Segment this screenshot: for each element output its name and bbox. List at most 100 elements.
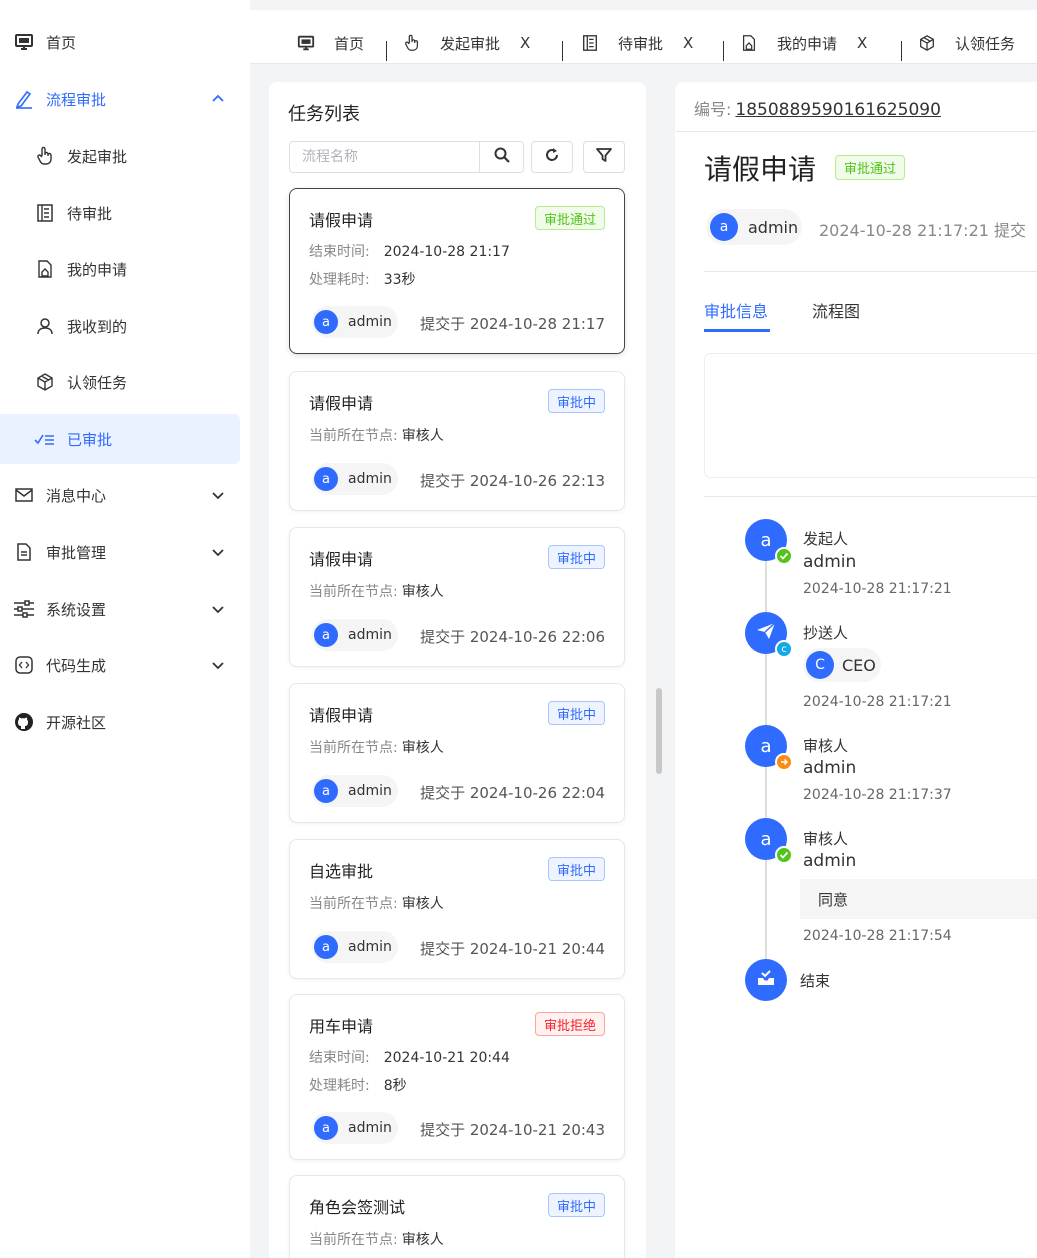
user-chip: a admin (312, 931, 398, 963)
close-icon[interactable]: X (683, 34, 693, 52)
timeline-label: 审核人 (803, 830, 849, 848)
detail-panel: 编号: 1850889590161625090 请假申请 审批通过 a admin… (675, 82, 1037, 1258)
timeline-avatar: a (745, 818, 793, 864)
sidebar-item-pending[interactable]: 待审批 (0, 188, 250, 238)
status-badge: 审批中 (547, 857, 605, 881)
close-icon[interactable]: X (857, 34, 867, 52)
approval-comment: 同意 (800, 879, 1037, 919)
filter-icon (596, 147, 612, 167)
task-card[interactable]: 请假申请 审批中 当前所在节点: 审核人 a admin 提交于 2024-10-… (289, 527, 625, 667)
mail-icon (13, 484, 35, 506)
sidebar-item-label: 我收到的 (67, 317, 128, 336)
tab-start-approval[interactable]: 发起审批 X (402, 28, 530, 58)
tab-separator (723, 41, 724, 61)
timeline-user: admin (803, 758, 857, 778)
tab-claim-task[interactable]: 认领任务 (917, 28, 1015, 58)
task-list-panel: 任务列表 请假申请 审批通过 结束时间:2024-10-28 21:17 处理耗… (269, 82, 646, 1258)
process-id-row: 编号: 1850889590161625090 (694, 96, 941, 120)
doc-home-icon (739, 33, 759, 53)
task-title: 角色会签测试 (309, 1198, 406, 1217)
submit-time: 2024-10-28 21:17:21 提交 (819, 221, 1027, 240)
user-name: admin (348, 627, 392, 643)
task-card[interactable]: 请假申请 审批中 当前所在节点: 审核人 a admin 提交于 2024-10-… (289, 371, 625, 511)
list-doc-icon (34, 202, 56, 224)
duration-row: 处理耗时: 33秒 (309, 272, 416, 288)
timeline-label: 抄送人 (803, 624, 849, 642)
hand-pointer-icon (402, 33, 422, 53)
tab-my-apply[interactable]: 我的申请 X (739, 28, 867, 58)
submit-time: 提交于 2024-10-26 22:13 (420, 472, 605, 490)
sidebar-item-label: 已审批 (67, 430, 113, 449)
cube-icon (917, 33, 937, 53)
current-node-row: 当前所在节点: 审核人 (309, 740, 444, 756)
tab-pending[interactable]: 待审批 X (580, 28, 693, 58)
task-card[interactable]: 请假申请 审批中 当前所在节点: 审核人 a admin 提交于 2024-10-… (289, 683, 625, 823)
tab-home[interactable]: 首页 (296, 28, 364, 58)
user-chip: a admin (312, 619, 398, 651)
task-title: 用车申请 (309, 1017, 374, 1036)
timeline-label: 审核人 (803, 737, 849, 755)
user-name: admin (348, 939, 392, 955)
timeline-time: 2024-10-28 21:17:37 (803, 787, 952, 803)
sidebar-item-my-apply[interactable]: 我的申请 (0, 244, 250, 294)
sidebar-item-messages[interactable]: 消息中心 (0, 470, 250, 520)
search-icon (494, 147, 510, 167)
search-button[interactable] (479, 142, 523, 172)
status-badge: 审批中 (547, 1193, 605, 1217)
divider (704, 496, 1037, 497)
tab-approval-info[interactable]: 审批信息 (704, 298, 768, 322)
sidebar-item-start-approval[interactable]: 发起审批 (0, 131, 250, 181)
sidebar-item-codegen[interactable]: 代码生成 (0, 640, 250, 690)
user-icon (34, 315, 56, 337)
task-card[interactable]: 角色会签测试 审批中 当前所在节点: 审核人 (289, 1175, 625, 1258)
timeline-time: 2024-10-28 21:17:21 (803, 581, 952, 597)
avatar: C (806, 651, 834, 679)
task-card[interactable]: 用车申请 审批拒绝 结束时间: 2024-10-21 20:44 处理耗时: 8秒 … (289, 994, 625, 1160)
filter-button[interactable] (583, 141, 625, 173)
current-node-row: 当前所在节点: 审核人 (309, 428, 444, 444)
divider (675, 131, 1037, 132)
sidebar-item-settings[interactable]: 系统设置 (0, 584, 250, 634)
chevron-down-icon (210, 657, 226, 673)
tab-label: 我的申请 (777, 34, 838, 53)
task-title: 请假申请 (309, 394, 374, 413)
current-node-row: 当前所在节点: 审核人 (309, 1232, 444, 1248)
id-label: 编号: (694, 100, 732, 119)
status-badge: 审批中 (547, 545, 605, 569)
user-name: admin (348, 1120, 392, 1136)
tab-separator (562, 41, 563, 61)
process-id-link[interactable]: 1850889590161625090 (735, 100, 941, 120)
refresh-button[interactable] (531, 141, 573, 173)
close-icon[interactable]: X (520, 34, 530, 52)
tab-flow-chart[interactable]: 流程图 (812, 298, 860, 322)
sidebar-item-claim-task[interactable]: 认领任务 (0, 357, 250, 407)
sidebar-item-approved[interactable]: 已审批 (0, 414, 240, 464)
code-icon (13, 654, 35, 676)
sidebar-item-label: 代码生成 (46, 656, 107, 675)
task-card[interactable]: 请假申请 审批通过 结束时间: 2024-10-28 21:17 处理耗时: 33秒… (289, 188, 625, 354)
timeline-end-node (745, 959, 787, 1001)
sidebar-item-approval-mgmt[interactable]: 审批管理 (0, 527, 250, 577)
avatar: a (710, 213, 738, 241)
sidebar-item-workflow[interactable]: 流程审批 (0, 74, 250, 124)
scrollbar[interactable] (656, 688, 662, 774)
panel-title: 任务列表 (288, 104, 360, 125)
sidebar-item-label: 流程审批 (46, 90, 107, 109)
avatar: a (314, 310, 338, 334)
sidebar-item-community[interactable]: 开源社区 (0, 697, 250, 747)
document-icon (13, 541, 35, 563)
user-name: admin (748, 217, 799, 237)
end-time-row: 结束时间: 2024-10-28 21:17 (309, 244, 510, 260)
github-icon (13, 711, 35, 733)
detail-title: 请假申请 (704, 153, 817, 186)
monitor-icon (13, 31, 35, 53)
user-chip: a admin (706, 209, 802, 245)
task-title: 请假申请 (309, 211, 374, 230)
tab-bar: 首页 发起审批 X 待审批 X 我的申请 X 认领任务 (250, 0, 1037, 64)
search-input[interactable] (290, 142, 480, 172)
sidebar-item-home[interactable]: 首页 (0, 17, 250, 67)
divider (704, 271, 1037, 272)
task-card[interactable]: 自选审批 审批中 当前所在节点: 审核人 a admin 提交于 2024-10-… (289, 839, 625, 979)
monitor-icon (296, 33, 316, 53)
sidebar-item-received[interactable]: 我收到的 (0, 301, 250, 351)
